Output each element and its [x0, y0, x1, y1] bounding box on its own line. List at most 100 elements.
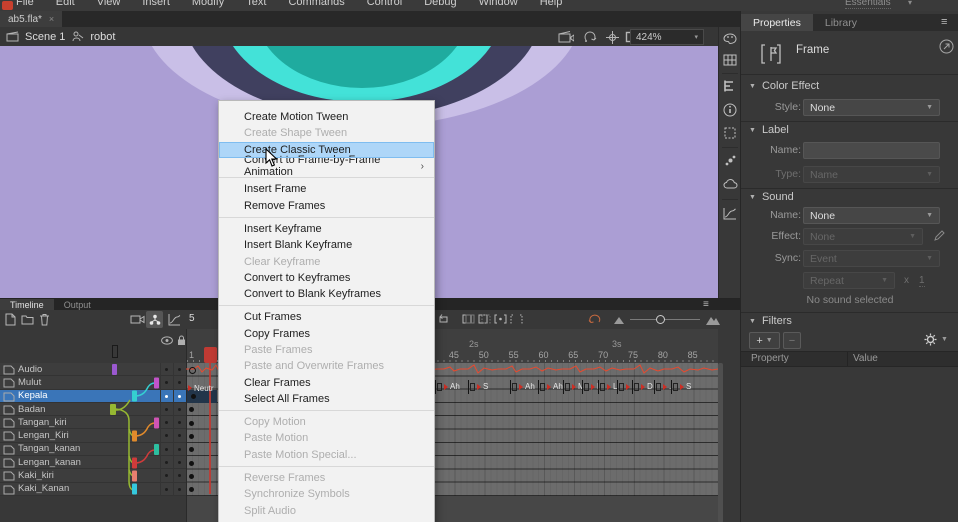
context-menu-item[interactable]: Remove Frames — [219, 197, 434, 213]
mouth-keyframe-segment[interactable]: S — [671, 380, 718, 393]
swatches-icon[interactable] — [723, 54, 737, 66]
timeline-scrollbar[interactable] — [718, 363, 723, 522]
loop-icon[interactable] — [437, 313, 450, 325]
context-menu-item[interactable]: Copy Motion — [219, 414, 434, 430]
mouth-keyframe-segment[interactable]: Ah — [538, 380, 563, 393]
menu-item[interactable]: Debug — [424, 0, 456, 8]
menu-item[interactable]: Insert — [142, 0, 170, 8]
onion-markers-icon[interactable] — [510, 313, 523, 325]
context-menu-item[interactable] — [219, 214, 434, 221]
onion-skin-icon[interactable] — [462, 313, 475, 325]
context-menu-item[interactable]: Paste Motion — [219, 430, 434, 446]
context-menu-item[interactable]: Paste and Overwrite Frames — [219, 358, 434, 374]
context-menu-item[interactable]: Paste Frames — [219, 342, 434, 358]
camera-icon[interactable] — [130, 313, 145, 325]
info-icon[interactable] — [723, 103, 737, 117]
context-menu-item[interactable]: Convert to Frame-by-Frame Animation › — [219, 158, 434, 174]
menu-item[interactable]: Text — [246, 0, 266, 8]
mouth-keyframe-segment[interactable]: E — [582, 380, 598, 393]
menu-item[interactable]: File — [16, 0, 34, 8]
mouth-keyframe-segment[interactable]: S — [468, 380, 510, 393]
eye-icon[interactable] — [161, 336, 173, 345]
remove-tween-icon[interactable] — [588, 313, 601, 325]
transform-icon[interactable] — [723, 126, 737, 140]
color-palette-icon[interactable] — [723, 33, 737, 45]
new-folder-icon[interactable] — [21, 313, 34, 325]
lock-icon[interactable] — [177, 335, 186, 346]
panel-menu-icon[interactable]: ≡ — [703, 299, 709, 310]
sound-name-dropdown[interactable]: None▼ — [803, 207, 940, 224]
graph-view-icon[interactable] — [168, 313, 181, 326]
menu-item[interactable]: Help — [540, 0, 563, 8]
section-color-effect[interactable]: ▼Color Effect — [749, 80, 819, 92]
workspace-switcher[interactable]: Essentials — [845, 0, 891, 9]
context-menu-item[interactable] — [219, 463, 434, 470]
menu-item[interactable]: Edit — [56, 0, 75, 8]
small-preview-icon[interactable] — [614, 316, 624, 324]
section-sound[interactable]: ▼Sound — [749, 191, 794, 203]
context-menu-item[interactable] — [219, 407, 434, 414]
menu-item[interactable]: Commands — [288, 0, 344, 8]
panel-menu-icon[interactable]: ≡ — [941, 16, 947, 28]
add-filter-button[interactable]: +▼ — [749, 332, 780, 349]
breadcrumb-symbol[interactable]: robot — [90, 31, 115, 43]
label-name-input[interactable] — [803, 142, 940, 159]
large-preview-icon[interactable] — [706, 314, 720, 325]
context-menu-item[interactable]: Insert Keyframe — [219, 221, 434, 237]
mouth-keyframe-segment[interactable]: Uh — [617, 380, 632, 393]
context-menu-item[interactable]: Insert Frame — [219, 181, 434, 197]
edit-multiple-frames-icon[interactable] — [494, 313, 507, 325]
context-menu-item[interactable]: Reverse Frames — [219, 470, 434, 486]
close-icon[interactable]: × — [49, 14, 54, 24]
context-menu-item[interactable] — [219, 302, 434, 309]
context-menu-item[interactable]: Clear Keyframe — [219, 253, 434, 269]
timeline-tab[interactable]: Timeline — [0, 299, 54, 310]
context-menu-item[interactable]: Convert to Keyframes — [219, 270, 434, 286]
onion-skin-outline-icon[interactable] — [478, 313, 491, 325]
context-menu-item[interactable]: Convert to Blank Keyframes — [219, 286, 434, 302]
context-menu-item[interactable]: Split Audio — [219, 503, 434, 519]
context-menu-item[interactable]: Copy Frames — [219, 326, 434, 342]
context-menu-item[interactable]: Select All Frames — [219, 391, 434, 407]
section-label[interactable]: ▼Label — [749, 124, 789, 136]
breadcrumb-scene[interactable]: Scene 1 — [25, 31, 65, 43]
camera-icon[interactable] — [558, 31, 574, 43]
playhead[interactable] — [204, 347, 217, 363]
timeline-tab[interactable]: Output — [54, 299, 101, 310]
style-dropdown[interactable]: None▼ — [803, 99, 940, 116]
context-menu-item[interactable]: Create Motion Tween — [219, 109, 434, 125]
rotation-icon[interactable] — [583, 31, 597, 43]
zoom-slider-track[interactable] — [630, 319, 700, 320]
mouth-keyframe-segment[interactable]: M — [563, 380, 582, 393]
context-menu-item[interactable]: Paste Motion Special... — [219, 447, 434, 463]
mouth-keyframe-segment[interactable]: ... — [654, 380, 671, 393]
document-tab[interactable]: ab5.fla* × — [0, 11, 62, 27]
align-icon[interactable] — [723, 80, 737, 92]
mouth-keyframe-segment[interactable]: Ah — [510, 380, 538, 393]
remove-filter-button[interactable]: − — [783, 332, 801, 349]
gear-icon[interactable] — [924, 333, 937, 346]
panel-tab[interactable]: Properties — [741, 14, 813, 31]
zoom-slider-knob[interactable] — [656, 315, 665, 324]
menu-item[interactable]: Modify — [192, 0, 224, 8]
pencil-icon[interactable] — [933, 230, 945, 242]
panel-tab[interactable]: Library — [813, 14, 869, 31]
context-menu-item[interactable]: Insert Blank Keyframe — [219, 237, 434, 253]
section-filters[interactable]: ▼Filters — [749, 315, 792, 327]
menu-item[interactable]: View — [97, 0, 121, 8]
mouth-keyframe-segment[interactable]: L — [598, 380, 617, 393]
context-menu-item[interactable]: Synchronize Symbols — [219, 486, 434, 502]
mouth-keyframe-segment[interactable]: D — [632, 380, 654, 393]
context-menu-item[interactable]: Create Shape Tween — [219, 125, 434, 141]
cc-libraries-icon[interactable] — [723, 178, 738, 190]
repeat-count-hotspot[interactable]: 1 — [919, 275, 925, 287]
new-layer-icon[interactable] — [4, 313, 16, 326]
delete-layer-icon[interactable] — [39, 313, 50, 326]
context-menu-item[interactable]: Cut Frames — [219, 309, 434, 325]
zoom-level-select[interactable]: 424% ▾ — [630, 29, 704, 45]
center-stage-icon[interactable] — [606, 31, 619, 44]
parenting-marker-widget[interactable] — [112, 345, 118, 358]
circle-arrow-icon[interactable] — [939, 39, 954, 54]
context-menu-item[interactable]: Clear Frames — [219, 374, 434, 390]
mouth-keyframe-segment[interactable]: Ah — [435, 380, 468, 393]
